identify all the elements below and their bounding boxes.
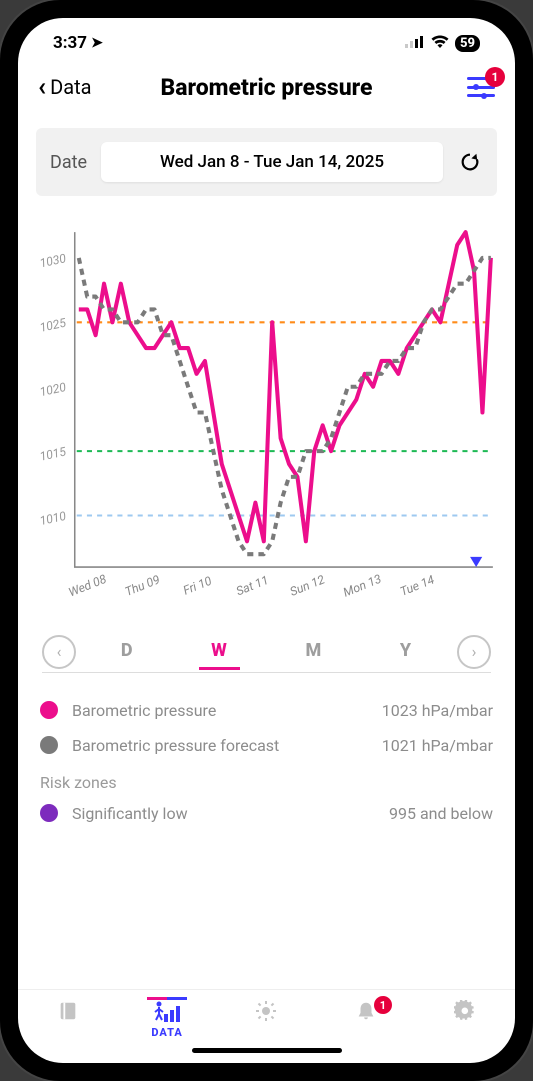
clock-text: 3:37 <box>53 33 87 53</box>
svg-text:Sun 12: Sun 12 <box>288 572 327 599</box>
range-tab-month[interactable]: M <box>293 634 334 670</box>
legend-row-siglow: Significantly low 995 and below <box>40 796 493 831</box>
status-indicators: 59 <box>405 33 480 53</box>
legend-row-forecast: Barometric pressure forecast 1021 hPa/mb… <box>40 728 493 763</box>
tab-data[interactable]: DATA <box>137 998 197 1039</box>
range-tab-year[interactable]: Y <box>388 634 424 670</box>
svg-text:1010: 1010 <box>38 509 67 528</box>
back-button[interactable]: ‹ Data <box>38 72 92 102</box>
legend-row-pressure: Barometric pressure 1023 hPa/mbar <box>40 693 493 728</box>
legend-value: 1023 hPa/mbar <box>382 701 493 720</box>
pressure-chart[interactable]: 1010 1015 1020 1025 1030 Wed 08 Thu 09 Fri 10 Sa… <box>24 222 501 628</box>
tab-journal[interactable] <box>38 998 98 1024</box>
chart-container: 1010 1015 1020 1025 1030 Wed 08 Thu 09 Fri 10 Sa… <box>18 206 515 632</box>
legend-section-header: Risk zones <box>40 763 493 796</box>
svg-text:Sat 11: Sat 11 <box>234 573 270 599</box>
screen: 3:37 ➤ 59 ‹ Data Barometric pressure <box>18 18 515 1063</box>
date-selector-row: Date Wed Jan 8 - Tue Jan 14, 2025 <box>36 128 497 196</box>
svg-text:1030: 1030 <box>38 251 67 270</box>
tab-label: DATA <box>151 1026 183 1039</box>
date-label: Date <box>50 152 87 173</box>
alerts-badge: 1 <box>374 996 392 1014</box>
phone-frame: 3:37 ➤ 59 ‹ Data Barometric pressure <box>0 0 533 1081</box>
chevron-left-icon: ‹ <box>38 72 46 102</box>
range-tab-day[interactable]: D <box>109 634 146 670</box>
refresh-button[interactable] <box>457 149 483 175</box>
page-title: Barometric pressure <box>160 74 372 101</box>
legend-value: 1021 hPa/mbar <box>382 736 493 755</box>
range-next-button[interactable]: › <box>457 635 491 669</box>
location-icon: ➤ <box>91 35 103 51</box>
svg-text:Tue 14: Tue 14 <box>398 572 436 598</box>
book-icon <box>57 998 79 1024</box>
sun-icon <box>254 998 278 1024</box>
svg-text:1015: 1015 <box>38 444 67 463</box>
legend: Barometric pressure 1023 hPa/mbar Barome… <box>18 693 515 831</box>
range-selector: ‹ D W M Y › <box>18 632 515 672</box>
tab-accent <box>147 997 187 1000</box>
legend-dot <box>40 701 58 719</box>
tab-weather[interactable] <box>236 998 296 1024</box>
svg-text:Thu 09: Thu 09 <box>123 572 162 599</box>
filter-badge: 1 <box>485 67 505 87</box>
svg-text:Wed 08: Wed 08 <box>67 572 109 600</box>
filter-button[interactable]: 1 <box>467 77 495 97</box>
divider <box>42 672 491 673</box>
svg-text:Fri 10: Fri 10 <box>181 574 214 598</box>
date-range-picker[interactable]: Wed Jan 8 - Tue Jan 14, 2025 <box>101 142 443 182</box>
status-bar: 3:37 ➤ 59 <box>18 18 515 68</box>
legend-dot <box>40 736 58 754</box>
battery-indicator: 59 <box>455 35 480 52</box>
range-prev-button[interactable]: ‹ <box>42 635 76 669</box>
range-tab-week[interactable]: W <box>199 634 240 670</box>
svg-text:1020: 1020 <box>38 380 67 399</box>
chart-person-icon <box>154 998 180 1024</box>
back-label: Data <box>50 75 91 99</box>
app-header: ‹ Data Barometric pressure 1 <box>18 68 515 118</box>
legend-label: Significantly low <box>72 804 188 823</box>
home-indicator[interactable] <box>192 1048 342 1053</box>
svg-text:1025: 1025 <box>38 316 67 335</box>
status-time-area: 3:37 ➤ <box>53 33 103 53</box>
cellular-icon <box>405 33 425 53</box>
svg-text:Mon 13: Mon 13 <box>341 572 383 600</box>
tab-settings[interactable] <box>435 998 495 1024</box>
legend-label: Barometric pressure <box>72 701 216 720</box>
legend-label: Barometric pressure forecast <box>72 736 279 755</box>
legend-value: 995 and below <box>389 804 493 823</box>
gear-icon <box>454 998 476 1024</box>
legend-dot <box>40 804 58 822</box>
wifi-icon <box>431 33 449 53</box>
tab-alerts[interactable]: 1 <box>336 998 396 1024</box>
